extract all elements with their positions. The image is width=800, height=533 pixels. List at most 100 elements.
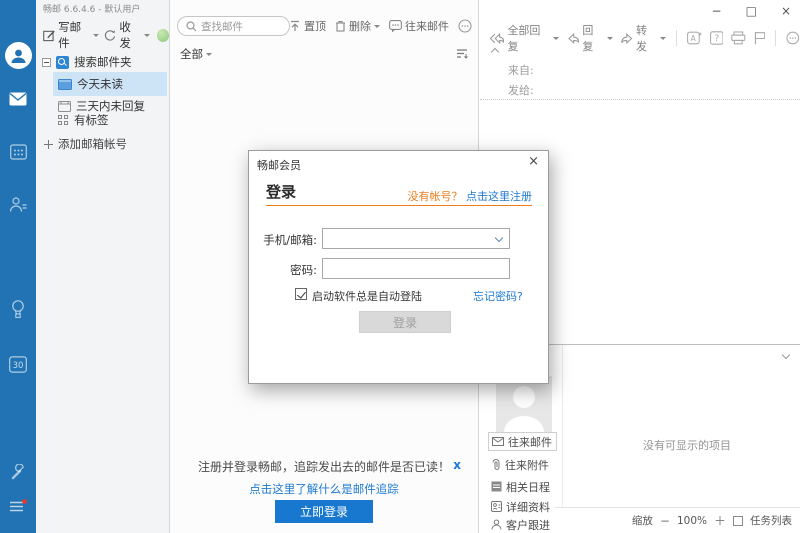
schedule-30-nav-button[interactable]: 30 (0, 356, 36, 373)
calendar-nav-button[interactable] (0, 144, 36, 160)
contact-tab-label: 相关日程 (506, 479, 550, 495)
filter-dropdown[interactable]: 全部 (180, 46, 212, 62)
pin-label: 置顶 (304, 18, 326, 34)
status-bar: 缩放 − 100% ＋ 任务列表 (555, 507, 800, 533)
reply-all-caret[interactable] (553, 37, 559, 43)
promo-login-button[interactable]: 立即登录 (275, 500, 373, 523)
maximize-button[interactable]: □ (746, 4, 757, 18)
delete-button[interactable]: 删除 (335, 18, 380, 34)
reply-button[interactable]: 回复 (567, 22, 613, 54)
compose-button[interactable]: 写邮件 (43, 19, 99, 51)
folder-panel-toolbar: 写邮件 收发 (43, 19, 169, 51)
trash-icon (335, 20, 346, 32)
send-receive-button[interactable]: 收发 (104, 19, 149, 51)
app-rail: 30 (0, 0, 36, 533)
mail-small-icon (492, 437, 504, 446)
contact-tab-label: 客户跟进 (506, 517, 550, 533)
correspondence-label: 往来邮件 (405, 18, 449, 34)
register-link[interactable]: 点击这里注册 (466, 190, 532, 203)
add-account-button[interactable]: 添加邮箱帐号 (36, 134, 170, 154)
schedule-icon (491, 481, 502, 492)
search-input[interactable]: 查找邮件 (177, 16, 290, 36)
promo-close-button[interactable]: x (453, 458, 461, 472)
contacts-icon (9, 196, 27, 213)
zoom-out-button[interactable]: − (660, 514, 670, 528)
mail-nav-button[interactable] (0, 92, 36, 106)
mail-icon (9, 92, 27, 106)
send-receive-icon (104, 29, 116, 42)
forward-caret[interactable] (660, 37, 666, 43)
auto-login-checkbox[interactable] (295, 288, 307, 300)
minimize-button[interactable]: − (712, 4, 722, 18)
send-receive-dropdown-caret[interactable] (144, 34, 150, 40)
menu-nav-button[interactable] (0, 498, 36, 515)
heading-underline (266, 205, 532, 206)
reply-caret[interactable] (607, 37, 613, 43)
tree-item-label: 今天未读 (77, 76, 123, 92)
app-title: 畅邮 6.6.4.6 - 默认用户 (43, 2, 140, 15)
task-list-checkbox[interactable] (733, 516, 743, 526)
zoom-label: 缩放 (632, 513, 653, 528)
details-icon (491, 501, 502, 512)
customer-icon (491, 519, 502, 530)
add-contact-icon[interactable]: A (687, 31, 702, 45)
compose-label: 写邮件 (58, 19, 90, 51)
collapse-contact-pane-chevron[interactable] (782, 351, 790, 359)
password-field[interactable] (322, 258, 510, 279)
flag-icon[interactable] (754, 31, 766, 45)
login-submit-button[interactable]: 登录 (359, 311, 451, 333)
toolbar-separator (775, 30, 776, 46)
empty-items-text: 没有可显示的项目 (643, 437, 731, 453)
auto-login-label: 启动软件总是自动登陆 (312, 288, 422, 304)
contact-tab-correspondence-attachments[interactable]: 往来附件 (491, 455, 549, 474)
tags-icon (58, 115, 69, 126)
zoom-value: 100% (677, 515, 707, 527)
settings-nav-button[interactable] (0, 464, 36, 482)
status-presence-dot[interactable] (157, 29, 169, 42)
sort-icon[interactable] (456, 48, 469, 60)
calendar-30-icon: 30 (9, 356, 27, 373)
to-label: 发给: (508, 82, 534, 98)
forgot-password-link[interactable]: 忘记密码? (473, 288, 523, 304)
reply-all-button[interactable]: 全部回复 (489, 22, 559, 54)
plus-icon (44, 140, 53, 149)
more-actions-icon[interactable] (458, 19, 472, 33)
dialog-title: 畅邮会员 (257, 157, 301, 173)
close-button[interactable]: × (781, 4, 791, 18)
account-avatar[interactable] (0, 42, 36, 69)
promo-tracking-link[interactable]: 点击这里了解什么是邮件追踪 (170, 481, 478, 497)
contact-tab-related-schedule[interactable]: 相关日程 (491, 477, 550, 496)
svg-text:30: 30 (13, 361, 24, 371)
print-icon[interactable] (731, 31, 746, 45)
zoom-in-button[interactable]: ＋ (714, 512, 726, 529)
tree-item-today-unread[interactable]: 今天未读 (36, 74, 170, 94)
contact-tab-details[interactable]: 详细资料 (491, 497, 550, 516)
help-icon[interactable]: ? (710, 31, 724, 45)
correspondence-button[interactable]: 往来邮件 (389, 18, 449, 34)
header-divider (480, 99, 800, 100)
tree-item-search-folders[interactable]: 搜索邮件夹 (36, 52, 170, 72)
wrench-icon (9, 464, 27, 482)
account-combobox[interactable] (322, 228, 510, 249)
contact-tab-customer-followup[interactable]: 客户跟进 (491, 515, 550, 533)
tree-collapse-toggle[interactable] (42, 58, 51, 67)
tree-item-tagged[interactable]: 有标签 (36, 110, 170, 130)
member-login-dialog: 畅邮会员 × 登录 没有帐号？ 点击这里注册 手机/邮箱: 密码: 启动软件总是… (248, 150, 549, 384)
reply-label: 回复 (582, 22, 603, 54)
promo-text: 注册并登录畅邮，追踪发出去的邮件是否已读！ (170, 458, 478, 475)
register-row: 没有帐号？ 点击这里注册 (408, 188, 533, 204)
pin-button[interactable]: 置顶 (289, 18, 326, 34)
svg-text:A: A (691, 34, 697, 43)
compose-dropdown-caret[interactable] (93, 34, 99, 40)
assistant-nav-button[interactable] (0, 300, 36, 319)
forward-button[interactable]: 转发 (621, 22, 667, 54)
filter-caret (206, 53, 212, 59)
more-options-icon[interactable] (786, 31, 800, 45)
contact-tab-correspondence-mail[interactable]: 往来邮件 (488, 432, 557, 451)
delete-dropdown-caret[interactable] (374, 25, 380, 31)
tree-item-label: 有标签 (74, 112, 109, 128)
forward-icon (621, 33, 633, 44)
send-receive-label: 收发 (119, 19, 140, 51)
contacts-nav-button[interactable] (0, 196, 36, 213)
dialog-close-button[interactable]: × (528, 154, 539, 169)
